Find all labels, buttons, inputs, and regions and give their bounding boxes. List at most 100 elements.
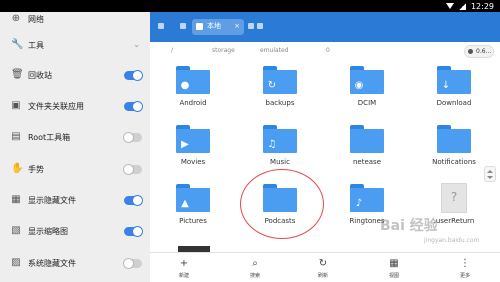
download-icon: ↓ bbox=[441, 80, 451, 91]
more-button[interactable]: ⋮ 更多 bbox=[445, 256, 485, 282]
plus-icon: + bbox=[179, 258, 189, 269]
window-icon[interactable] bbox=[248, 23, 254, 29]
gestures-toggle[interactable] bbox=[123, 164, 142, 175]
ringtone-icon: ♪ bbox=[355, 198, 363, 209]
thumbnails-toggle[interactable] bbox=[124, 226, 143, 237]
home-icon[interactable] bbox=[180, 23, 186, 29]
sidebar-item-label: 手势 bbox=[28, 165, 44, 174]
sidebar-item-label: 系统隐藏文件 bbox=[28, 259, 76, 268]
refresh-icon: ↻ bbox=[318, 258, 328, 269]
storage-icon bbox=[468, 49, 473, 54]
sidebar-item-tools[interactable]: 🔧 工具 ⌄ bbox=[0, 32, 150, 60]
folder-association-toggle[interactable] bbox=[124, 101, 143, 112]
sidebar-item-system-hidden[interactable]: ▨ 系统隐藏文件 bbox=[0, 250, 150, 278]
file-name: Android bbox=[179, 99, 207, 107]
folder-pictures[interactable]: ▲ Pictures bbox=[158, 180, 228, 238]
backup-icon: ↻ bbox=[267, 80, 277, 91]
folder-link-icon: ▣ bbox=[11, 100, 21, 111]
annotation-circle bbox=[240, 169, 324, 239]
folder-netease[interactable]: netease bbox=[332, 121, 402, 179]
watermark-subtitle: jingyan.baidu.com bbox=[424, 237, 480, 244]
phone-icon bbox=[196, 23, 203, 30]
signal-icon bbox=[458, 2, 466, 10]
search-button[interactable]: ⌕ 搜索 bbox=[235, 256, 275, 282]
breadcrumb-storage[interactable]: storage bbox=[212, 47, 235, 55]
file-name: Download bbox=[436, 99, 472, 107]
wifi-icon bbox=[445, 3, 454, 9]
new-label: 新建 bbox=[178, 273, 189, 279]
folder-notifications[interactable]: Notifications bbox=[419, 121, 489, 179]
bottom-toolbar: + 新建 ⌕ 搜索 ↻ 刷新 ▦ 视图 ⋮ 更多 bbox=[150, 252, 500, 282]
more-vertical-icon: ⋮ bbox=[460, 258, 470, 269]
view-button[interactable]: ▦ 视图 bbox=[374, 256, 414, 282]
folder-dcim[interactable]: ◉ DCIM bbox=[332, 62, 402, 120]
file-name: Movies bbox=[180, 158, 206, 166]
folder-backups[interactable]: ↻ backups bbox=[245, 62, 315, 120]
watermark-title: Bai 经验 bbox=[380, 218, 438, 234]
search-icon: ⌕ bbox=[252, 258, 258, 269]
watermark-logo: Bai 经验 jingyan.baidu.com bbox=[380, 216, 498, 252]
cloud-icon[interactable] bbox=[257, 23, 263, 29]
thumbnail-icon: ▧ bbox=[11, 225, 21, 236]
sidebar-item-label: 工具 bbox=[28, 41, 44, 50]
top-toolbar: 本地 × bbox=[150, 12, 500, 42]
recycle-bin-toggle[interactable] bbox=[124, 70, 143, 81]
sidebar-item-root-toolbox[interactable]: ▤ Root工具箱 bbox=[0, 124, 150, 152]
sidebar-item-thumbnails[interactable]: ▧ 显示缩略图 bbox=[0, 218, 150, 246]
file-name: Music bbox=[270, 158, 290, 166]
grid-view-icon: ▦ bbox=[389, 258, 399, 269]
wrench-icon: 🔧 bbox=[11, 39, 24, 50]
movie-icon: ▶ bbox=[181, 139, 189, 150]
sidebar-item-label: 显示隐藏文件 bbox=[28, 196, 76, 205]
unknown-file-icon: ? bbox=[450, 190, 458, 204]
menu-icon[interactable] bbox=[158, 23, 164, 29]
refresh-label: 刷新 bbox=[317, 273, 328, 279]
root-toolbox-toggle[interactable] bbox=[123, 132, 142, 143]
view-label: 视图 bbox=[388, 273, 399, 279]
sidebar-item-network[interactable]: ⊕ 网络 bbox=[0, 6, 150, 34]
sidebar-item-label: 文件夹关联应用 bbox=[28, 102, 84, 111]
sidebar-item-label: Root工具箱 bbox=[28, 133, 71, 142]
file-name: Pictures bbox=[179, 217, 207, 225]
sidebar-item-recycle-bin[interactable]: 🗑 回收站 bbox=[0, 62, 150, 90]
system-hidden-toggle[interactable] bbox=[123, 258, 142, 269]
trash-icon: 🗑 bbox=[11, 69, 24, 80]
folder-movies[interactable]: ▶ Movies bbox=[158, 121, 228, 179]
sidebar-item-folder-association[interactable]: ▣ 文件夹关联应用 bbox=[0, 93, 150, 121]
folder-android[interactable]: ● Android bbox=[158, 62, 228, 120]
storage-usage-badge[interactable]: 0.6... bbox=[464, 45, 494, 58]
search-label: 搜索 bbox=[249, 273, 260, 279]
sidebar-item-gestures[interactable]: ✋ 手势 bbox=[0, 156, 150, 184]
sidebar: ⊕ 网络 🔧 工具 ⌄ 🗑 回收站 ▣ 文件夹关联应用 ▤ Root工具箱 ✋ … bbox=[0, 12, 150, 282]
breadcrumb-emulated[interactable]: emulated bbox=[260, 47, 289, 55]
android-icon: ● bbox=[180, 80, 190, 91]
breadcrumb-root[interactable]: / bbox=[171, 47, 173, 55]
picture-icon: ▲ bbox=[181, 198, 189, 209]
file-name: Notifications bbox=[432, 158, 476, 166]
file-name: backups bbox=[265, 99, 295, 107]
refresh-button[interactable]: ↻ 刷新 bbox=[303, 256, 343, 282]
storage-usage-label: 0.6... bbox=[476, 48, 492, 55]
tab-local[interactable]: 本地 × bbox=[192, 19, 244, 35]
chevron-down-icon: ⌄ bbox=[133, 40, 140, 49]
network-icon: ⊕ bbox=[11, 13, 21, 24]
status-time: 12:29 bbox=[470, 1, 494, 11]
camera-icon: ◉ bbox=[354, 80, 364, 91]
show-hidden-toggle[interactable] bbox=[124, 195, 143, 206]
new-button[interactable]: + 新建 bbox=[164, 256, 204, 282]
sidebar-item-label: 回收站 bbox=[28, 71, 52, 80]
file-name: netease bbox=[352, 158, 382, 166]
sidebar-item-show-hidden[interactable]: ▦ 显示隐藏文件 bbox=[0, 187, 150, 215]
root-toolbox-icon: ▤ bbox=[11, 131, 21, 142]
system-hidden-icon: ▨ bbox=[11, 257, 21, 268]
tab-label: 本地 bbox=[207, 22, 221, 30]
file-name: DCIM bbox=[357, 99, 377, 107]
hand-gesture-icon: ✋ bbox=[11, 163, 24, 174]
fast-scroll-handle[interactable] bbox=[484, 166, 496, 182]
folder-download[interactable]: ↓ Download bbox=[419, 62, 489, 120]
close-tab-icon[interactable]: × bbox=[234, 22, 240, 31]
music-icon: ♫ bbox=[267, 139, 277, 150]
sidebar-item-label: 网络 bbox=[28, 15, 44, 24]
breadcrumb-0[interactable]: 0 bbox=[326, 47, 330, 55]
breadcrumb: / storage emulated 0 0.6... bbox=[150, 42, 500, 62]
